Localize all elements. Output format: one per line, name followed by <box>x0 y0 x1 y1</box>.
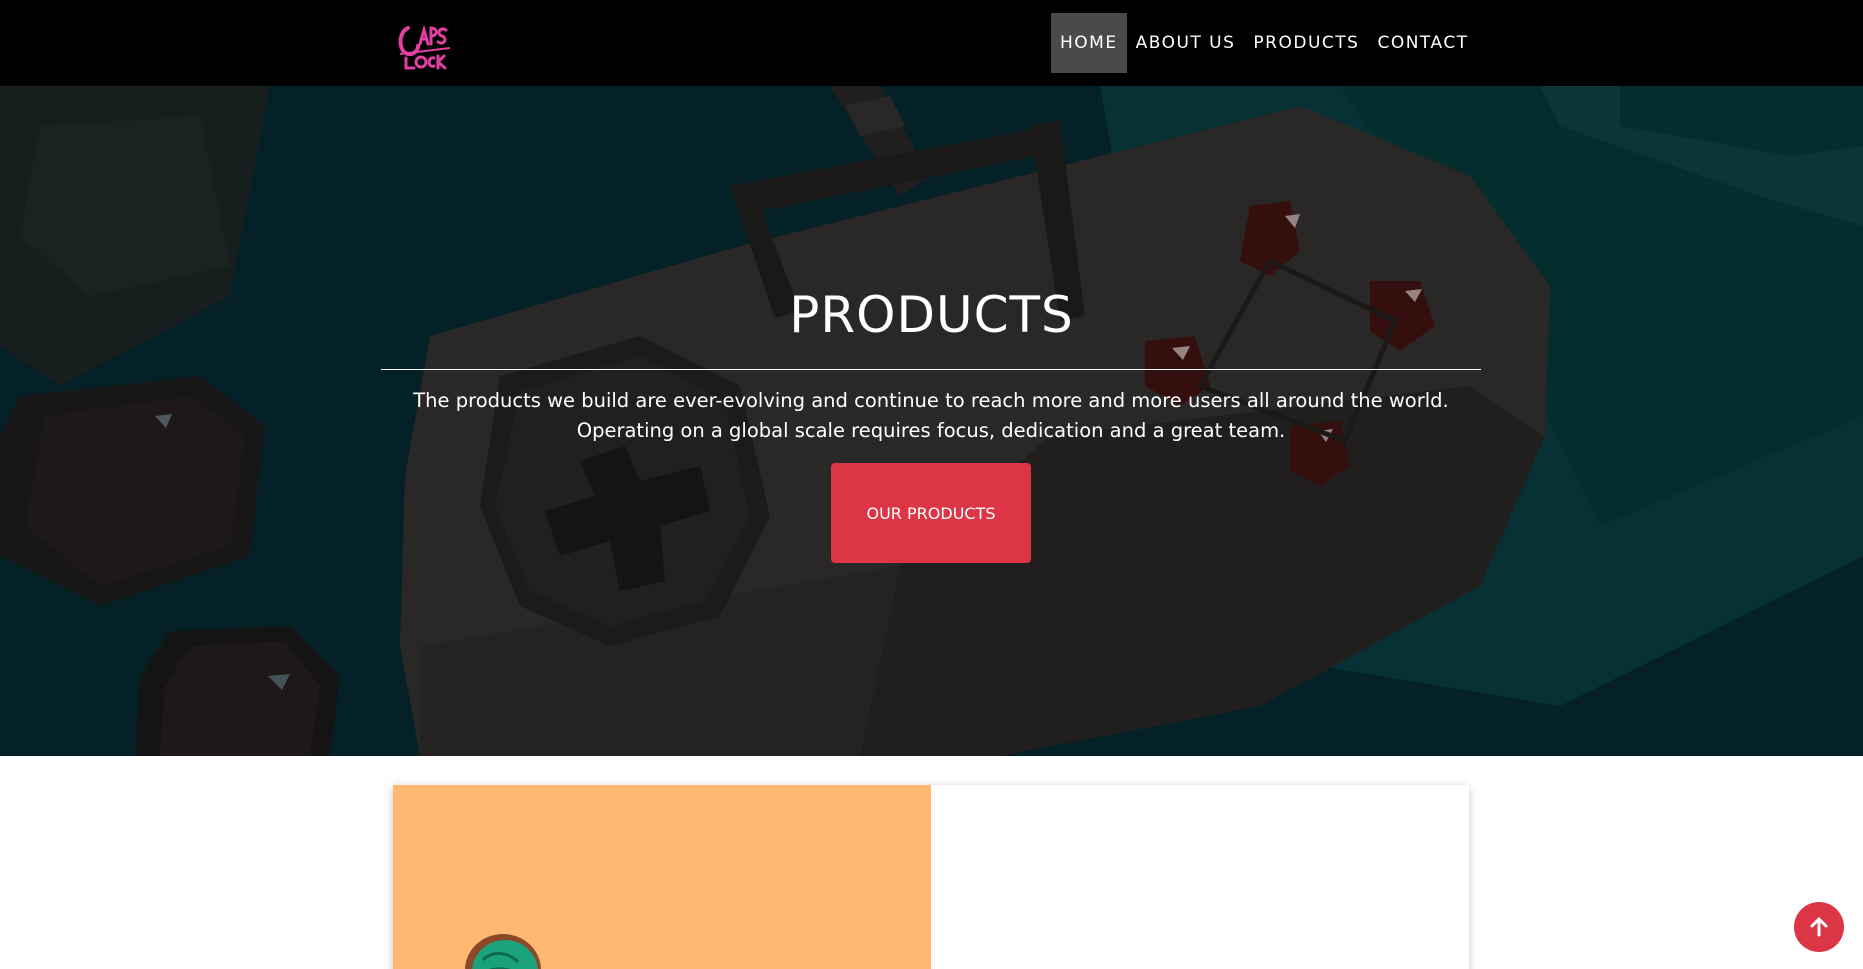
product-card-image <box>393 785 931 969</box>
hero-section: PRODUCTS The products we build are ever-… <box>0 86 1863 756</box>
nav-item-products[interactable]: PRODUCTS <box>1244 13 1368 73</box>
nav-item-label: ABOUT US <box>1135 33 1236 53</box>
nav-item-label: HOME <box>1060 33 1118 53</box>
scroll-to-top-button[interactable] <box>1794 902 1844 952</box>
nav-item-contact[interactable]: CONTACT <box>1368 13 1477 73</box>
capslock-logo-icon[interactable] <box>394 14 454 72</box>
hero-description-line-1: The products we build are ever-evolving … <box>413 389 1449 412</box>
product-illustration-icon <box>465 934 541 969</box>
page-title: PRODUCTS <box>789 286 1074 344</box>
main-nav: HOME ABOUT US PRODUCTS CONTACT <box>1051 13 1478 73</box>
product-card <box>393 785 1469 969</box>
hero-divider <box>381 369 1481 370</box>
navbar: HOME ABOUT US PRODUCTS CONTACT <box>0 0 1863 86</box>
nav-item-about-us[interactable]: ABOUT US <box>1127 13 1245 73</box>
hero-description-line-2: Operating on a global scale requires foc… <box>576 419 1286 442</box>
arrow-up-icon <box>1810 917 1828 937</box>
nav-item-label: CONTACT <box>1377 33 1469 53</box>
nav-item-label: PRODUCTS <box>1253 33 1360 53</box>
nav-item-home[interactable]: HOME <box>1051 13 1127 73</box>
our-products-button[interactable]: OUR PRODUCTS <box>831 463 1031 563</box>
hero-description: The products we build are ever-evolving … <box>381 386 1481 446</box>
